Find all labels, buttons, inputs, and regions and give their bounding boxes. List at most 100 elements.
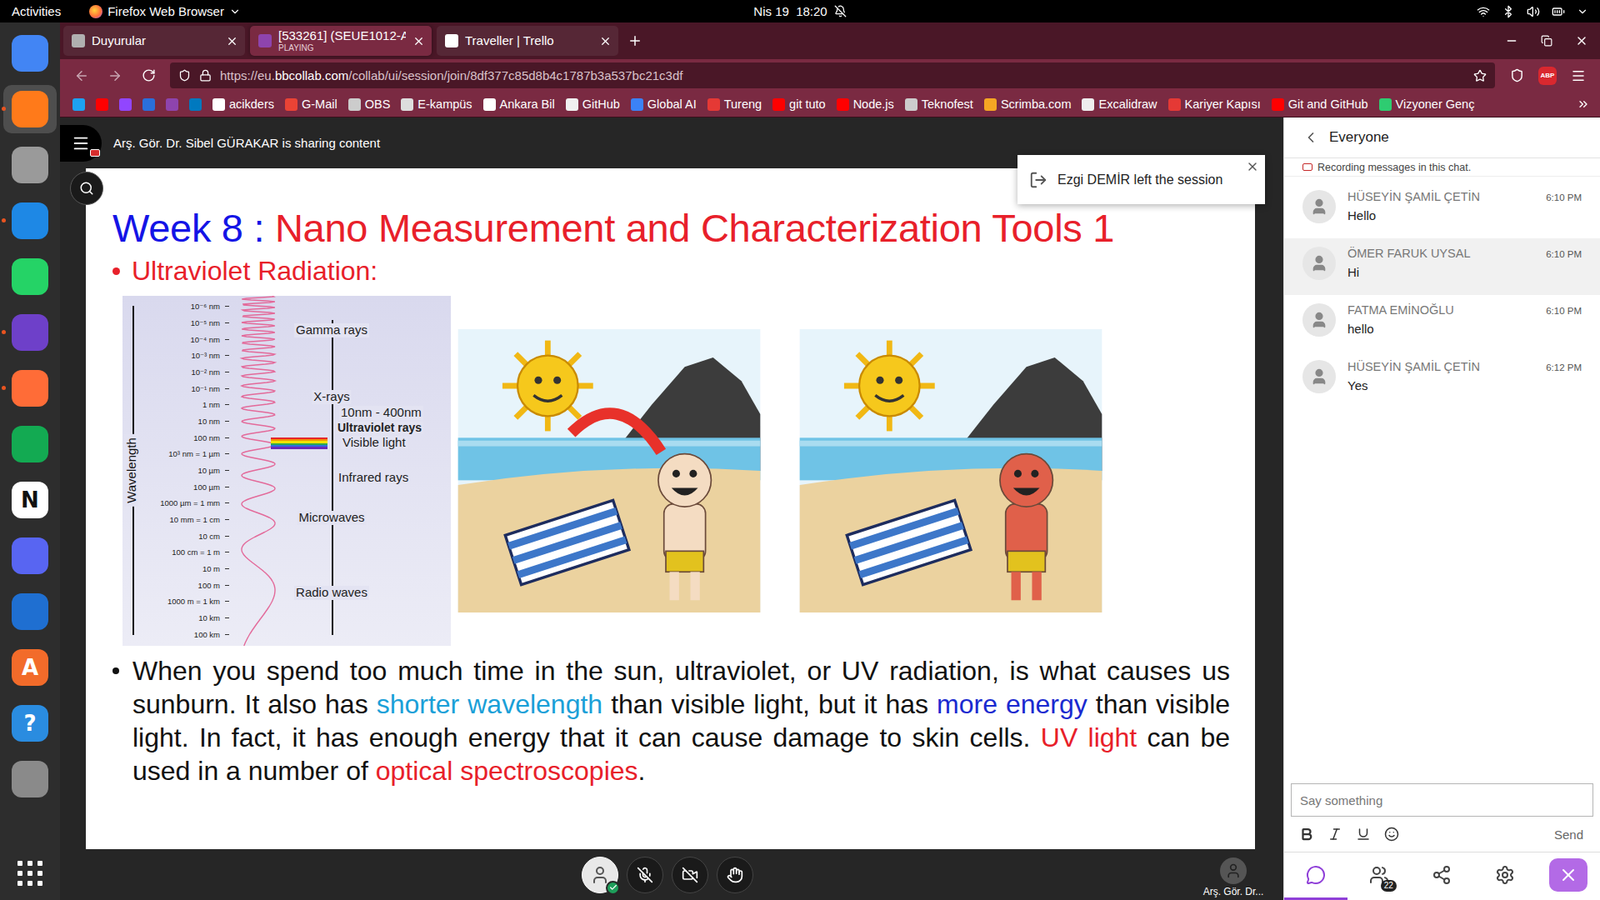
bookmark[interactable]: Tureng: [703, 95, 766, 113]
raise-hand-button[interactable]: [716, 856, 754, 894]
bold-icon[interactable]: [1299, 826, 1315, 842]
share-icon: [1431, 865, 1452, 885]
bookmark[interactable]: [91, 96, 113, 113]
dock-item[interactable]: [3, 252, 57, 301]
dock-item[interactable]: [3, 755, 57, 804]
camera-button[interactable]: [671, 856, 709, 894]
bookmark[interactable]: git tuto: [768, 95, 830, 113]
reload-button[interactable]: [136, 64, 160, 88]
bookmark[interactable]: G-Mail: [280, 95, 342, 113]
bookmark[interactable]: GitHub: [561, 95, 625, 113]
bookmark[interactable]: [185, 96, 206, 113]
grid-dot-icon: [27, 860, 33, 866]
dock-item[interactable]: [3, 29, 57, 78]
star-icon[interactable]: [1473, 69, 1487, 83]
restore-button[interactable]: [1531, 29, 1562, 53]
session-menu-button[interactable]: [60, 125, 102, 162]
status-ok-icon: [605, 880, 620, 895]
bookmark-icon: [72, 98, 85, 111]
dock-item[interactable]: N: [3, 475, 57, 525]
activities-button[interactable]: Activities: [11, 4, 61, 19]
dock-item[interactable]: [3, 140, 57, 190]
chat-title: Everyone: [1329, 129, 1390, 146]
close-tab-icon[interactable]: [412, 35, 425, 48]
chat-header: Everyone: [1284, 117, 1600, 159]
back-icon[interactable]: [1302, 129, 1320, 146]
more-bookmarks-button[interactable]: [1571, 92, 1595, 116]
bookmark-icon: [285, 98, 298, 111]
browser-tab[interactable]: Traveller | Trello: [436, 25, 619, 56]
app-menu[interactable]: Firefox Web Browser: [89, 4, 241, 19]
menu-button[interactable]: [1566, 64, 1590, 88]
bookmark[interactable]: Global AI: [626, 95, 701, 113]
microphone-button[interactable]: [626, 856, 664, 894]
chat-input[interactable]: [1290, 783, 1594, 817]
scale-label: 10 mm = 1 cm: [170, 515, 230, 525]
bookmark[interactable]: Kariyer Kapısı: [1164, 95, 1265, 113]
forward-button[interactable]: [103, 64, 127, 88]
scale-label: 100 µm: [193, 483, 230, 492]
italic-icon[interactable]: [1327, 826, 1343, 842]
back-button[interactable]: [70, 64, 94, 88]
bookmark[interactable]: Vizyoner Genç: [1375, 95, 1480, 113]
browser-tab[interactable]: Duyurular: [63, 25, 245, 56]
status-area[interactable]: [846, 5, 1589, 19]
dock-item[interactable]: [3, 85, 57, 134]
chat-panel: EveryoneRecording messages in this chat.…: [1283, 117, 1600, 900]
participants-tab[interactable]: 22: [1347, 852, 1411, 900]
bookmark[interactable]: Ankara Bil: [479, 95, 560, 113]
favicon-icon: [258, 34, 272, 48]
bookmark[interactable]: [115, 96, 136, 113]
send-button[interactable]: Send: [1547, 824, 1590, 845]
bookmark[interactable]: Excalidraw: [1077, 95, 1161, 113]
emoji-icon[interactable]: [1384, 826, 1400, 842]
pocket-button[interactable]: [1505, 64, 1529, 88]
my-status-button[interactable]: [581, 856, 619, 894]
dock-item[interactable]: [3, 196, 57, 245]
close-window-button[interactable]: [1566, 29, 1597, 53]
dock-item[interactable]: [3, 420, 57, 469]
close-tab[interactable]: [1536, 852, 1600, 900]
scale-label: 1000 µm = 1 mm: [160, 499, 230, 508]
dock-item[interactable]: A: [3, 643, 57, 692]
clock[interactable]: Nis 19 18:20: [753, 4, 846, 19]
minimize-button[interactable]: [1496, 29, 1527, 53]
bookmark[interactable]: OBS: [344, 95, 395, 113]
underline-icon[interactable]: [1355, 826, 1371, 842]
bookmark[interactable]: Scrimba.com: [980, 95, 1076, 113]
close-tab-icon[interactable]: [225, 35, 239, 48]
bookmark[interactable]: E-kampüs: [396, 95, 476, 113]
grid-dot-icon: [27, 870, 33, 876]
share-tab[interactable]: [1410, 852, 1475, 900]
settings-tab[interactable]: [1473, 852, 1537, 900]
bookmark[interactable]: [138, 96, 160, 113]
speaker-tile[interactable]: Arş. Gör. Dr...: [1191, 852, 1275, 898]
sender-name: FATMA EMİNOĞLU: [1347, 303, 1455, 317]
address-bar[interactable]: https://eu.bbcollab.com/collab/ui/sessio…: [170, 62, 1495, 89]
bookmark[interactable]: [68, 96, 90, 113]
beach-ray-picture: [450, 329, 768, 613]
adblock-button[interactable]: ABP: [1538, 66, 1557, 85]
bookmark[interactable]: [161, 96, 183, 113]
content-zoom-button[interactable]: [70, 171, 104, 205]
close-tab-icon[interactable]: [599, 35, 612, 48]
bookmark[interactable]: Teknofest: [900, 95, 978, 113]
close-panel-button[interactable]: [1549, 858, 1588, 892]
user-icon: [1310, 254, 1329, 273]
bookmark[interactable]: Node.js: [832, 95, 899, 113]
chat-tab[interactable]: [1284, 852, 1348, 900]
toast-close-button[interactable]: [1245, 160, 1260, 174]
dock-item[interactable]: [3, 587, 57, 636]
new-tab-button[interactable]: [623, 29, 647, 53]
show-apps-button[interactable]: [11, 855, 49, 892]
tab-strip: Duyurular[533261] (SEUE1012-A) NPLAYINGT…: [60, 22, 1600, 60]
bookmark[interactable]: Git and GitHub: [1267, 95, 1373, 113]
dock-item[interactable]: [3, 364, 57, 413]
dock-item[interactable]: ?: [3, 699, 57, 748]
bookmark[interactable]: acikders: [208, 95, 279, 113]
recording-icon: [1302, 163, 1313, 171]
chat-icon: [1305, 865, 1326, 885]
dock-item[interactable]: [3, 531, 57, 580]
dock-item[interactable]: [3, 308, 57, 357]
browser-tab[interactable]: [533261] (SEUE1012-A) NPLAYING: [250, 25, 432, 56]
